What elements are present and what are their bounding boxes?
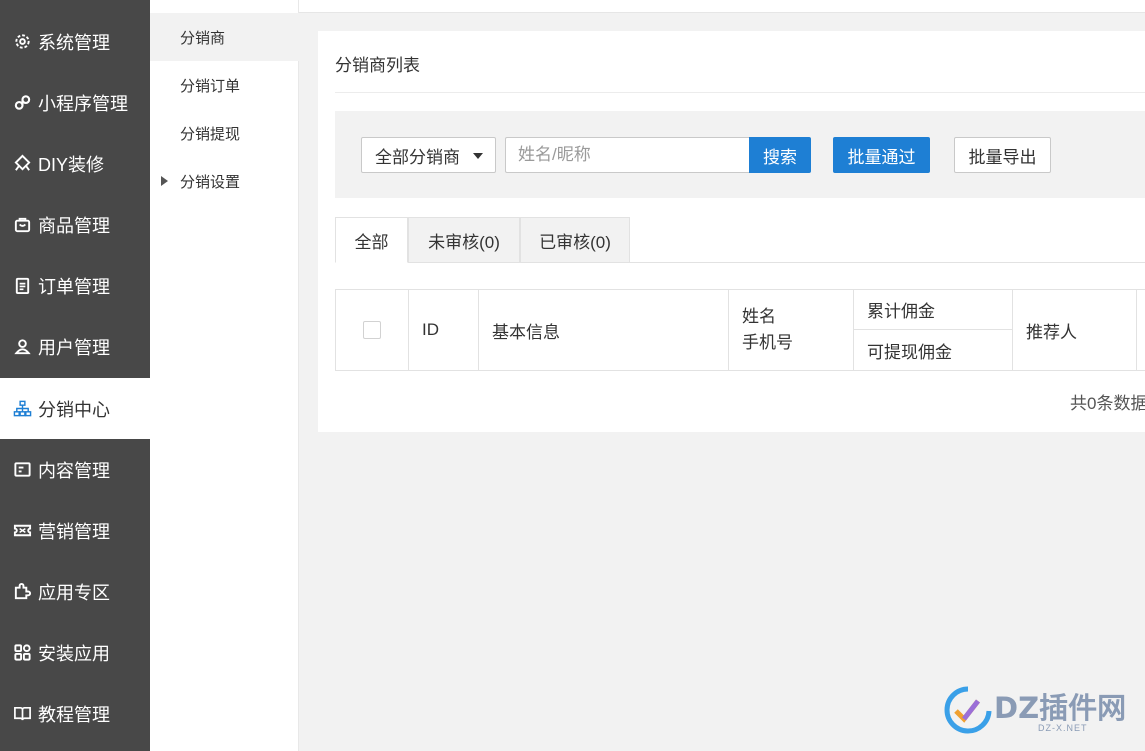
sub-sidebar: 分销商 分销订单 分销提现 分销设置 bbox=[150, 0, 299, 751]
sidebar-item-label: 内容管理 bbox=[38, 460, 110, 481]
gear-icon bbox=[12, 32, 32, 52]
submenu-item-orders[interactable]: 分销订单 bbox=[150, 61, 299, 109]
filter-bar: 全部分销商 搜索 批量通过 批量导出 bbox=[335, 111, 1145, 198]
tab-all[interactable]: 全部 bbox=[335, 217, 408, 263]
sidebar-item-label: 应用专区 bbox=[38, 582, 110, 603]
batch-export-button[interactable]: 批量导出 bbox=[954, 137, 1051, 173]
search-input[interactable] bbox=[505, 137, 750, 173]
submenu-item-withdraw[interactable]: 分销提现 bbox=[150, 109, 299, 157]
caret-down-icon bbox=[473, 153, 483, 159]
sidebar-item-label: DIY装修 bbox=[38, 154, 105, 175]
clipboard-icon bbox=[12, 276, 32, 296]
watermark-text: DZ插件网 bbox=[994, 691, 1127, 725]
sidebar-item-label: 商品管理 bbox=[38, 215, 110, 236]
submenu-item-distributors[interactable]: 分销商 bbox=[150, 13, 299, 61]
col-name-phone: 姓名 手机号 bbox=[729, 290, 854, 370]
col-commission: 累计佣金 可提现佣金 bbox=[854, 290, 1013, 370]
top-bar bbox=[299, 0, 1145, 13]
watermark-logo-icon bbox=[944, 686, 992, 734]
distributor-list-panel: 分销商列表 全部分销商 搜索 批量通过 批量导出 全部 未审核(0) 已审核(0… bbox=[318, 31, 1145, 432]
sidebar-item-orders[interactable]: 订单管理 bbox=[0, 255, 150, 316]
sidebar-item-distribution[interactable]: 分销中心 bbox=[0, 378, 150, 439]
sidebar-item-label: 分销中心 bbox=[38, 399, 110, 420]
tab-unreviewed[interactable]: 未审核(0) bbox=[408, 217, 520, 263]
sidebar-item-label: 订单管理 bbox=[38, 276, 110, 297]
watermark-subtext: DZ-X.NET bbox=[1038, 723, 1088, 733]
diy-icon bbox=[12, 154, 32, 174]
search-button[interactable]: 搜索 bbox=[749, 137, 811, 173]
submenu-item-settings[interactable]: 分销设置 bbox=[150, 157, 299, 205]
sidebar-item-label: 系统管理 bbox=[38, 32, 110, 53]
col-name-label: 姓名 bbox=[742, 307, 776, 326]
total-count: 共0条数据 bbox=[1070, 394, 1145, 413]
main-sidebar: 系统管理 小程序管理 DIY装修 商品管理 订单管理 用户管理 分销中心 内容管… bbox=[0, 0, 150, 751]
batch-pass-button[interactable]: 批量通过 bbox=[833, 137, 930, 173]
submenu-item-label: 分销商 bbox=[180, 29, 226, 47]
sidebar-item-label: 用户管理 bbox=[38, 337, 110, 358]
page-title: 分销商列表 bbox=[335, 56, 420, 75]
submenu-item-label: 分销设置 bbox=[180, 173, 241, 191]
distributor-table-header: ID 基本信息 姓名 手机号 累计佣金 可提现佣金 推荐人 bbox=[335, 289, 1145, 371]
submenu-item-label: 分销订单 bbox=[180, 77, 241, 95]
sidebar-item-content[interactable]: 内容管理 bbox=[0, 439, 150, 500]
title-divider bbox=[335, 92, 1145, 93]
book-icon bbox=[12, 704, 32, 724]
select-all-cell bbox=[336, 290, 409, 370]
sidebar-item-system[interactable]: 系统管理 bbox=[0, 11, 150, 72]
watermark: DZ插件网 DZ-X.NET bbox=[944, 685, 1134, 737]
miniprogram-icon bbox=[12, 93, 32, 113]
puzzle-icon bbox=[12, 582, 32, 602]
apps-icon bbox=[12, 643, 32, 663]
col-basic-info: 基本信息 bbox=[479, 290, 729, 370]
sidebar-item-goods[interactable]: 商品管理 bbox=[0, 194, 150, 255]
col-withdrawable-commission: 可提现佣金 bbox=[867, 342, 952, 362]
sidebar-item-label: 安装应用 bbox=[38, 643, 110, 664]
col-phone-label: 手机号 bbox=[742, 333, 793, 352]
select-value: 全部分销商 bbox=[375, 147, 460, 167]
select-all-checkbox[interactable] bbox=[363, 321, 381, 339]
submenu-item-label: 分销提现 bbox=[180, 125, 241, 143]
sitemap-icon bbox=[12, 399, 32, 419]
sidebar-item-label: 教程管理 bbox=[38, 704, 110, 725]
sidebar-item-diy[interactable]: DIY装修 bbox=[0, 133, 150, 194]
content-icon bbox=[12, 460, 32, 480]
sidebar-item-apps-zone[interactable]: 应用专区 bbox=[0, 561, 150, 622]
col-id: ID bbox=[409, 290, 479, 370]
sidebar-item-users[interactable]: 用户管理 bbox=[0, 316, 150, 377]
sidebar-item-label: 小程序管理 bbox=[38, 93, 128, 114]
distributor-type-select[interactable]: 全部分销商 bbox=[361, 137, 496, 173]
col-referrer: 推荐人 bbox=[1013, 290, 1137, 370]
sidebar-item-tutorial[interactable]: 教程管理 bbox=[0, 683, 150, 744]
user-icon bbox=[12, 337, 32, 357]
tab-reviewed[interactable]: 已审核(0) bbox=[520, 217, 630, 263]
sidebar-item-miniprogram[interactable]: 小程序管理 bbox=[0, 72, 150, 133]
col-total-commission: 累计佣金 bbox=[854, 290, 1012, 330]
sidebar-item-marketing[interactable]: 营销管理 bbox=[0, 500, 150, 561]
expand-arrow-icon bbox=[161, 176, 168, 186]
sidebar-item-install[interactable]: 安装应用 bbox=[0, 622, 150, 683]
bag-icon bbox=[12, 215, 32, 235]
ticket-icon bbox=[12, 521, 32, 541]
sidebar-item-label: 营销管理 bbox=[38, 521, 110, 542]
